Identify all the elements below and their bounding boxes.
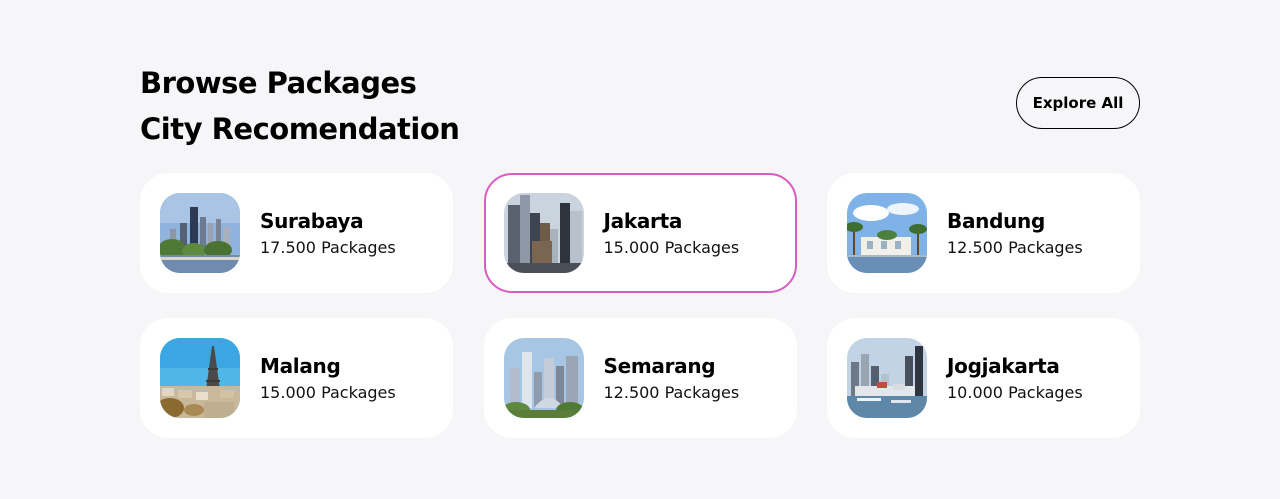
- city-card-surabaya[interactable]: Surabaya 17.500 Packages: [140, 173, 453, 293]
- city-card-jakarta[interactable]: Jakarta 15.000 Packages: [483, 173, 797, 293]
- city-skyline-lake-image: [160, 193, 240, 273]
- city-card-semarang[interactable]: Semarang 12.500 Packages: [483, 318, 797, 438]
- city-recommendation-section: Browse Packages City Recomendation Explo…: [0, 0, 1280, 499]
- explore-all-button[interactable]: Explore All: [1016, 77, 1140, 129]
- city-card-bandung[interactable]: Bandung 12.500 Packages: [827, 173, 1140, 293]
- city-card-malang[interactable]: Malang 15.000 Packages: [140, 318, 453, 438]
- city-name: Semarang: [603, 353, 716, 378]
- city-name: Jogjakarta: [947, 353, 1060, 378]
- city-card-jogjakarta[interactable]: Jogjakarta 10.000 Packages: [827, 318, 1140, 438]
- package-count: 15.000 Packages: [603, 237, 740, 257]
- section-heading: Browse Packages City Recomendation: [140, 60, 460, 152]
- city-grid: Surabaya 17.500 Packages Jakarta 15.000 …: [140, 173, 1140, 438]
- modern-towers-image: [503, 338, 584, 418]
- city-name: Jakarta: [603, 208, 683, 233]
- heading-line-2: City Recomendation: [140, 112, 460, 146]
- city-name: Bandung: [947, 208, 1045, 233]
- package-count: 15.000 Packages: [260, 382, 396, 402]
- eiffel-tower-image: [160, 338, 240, 418]
- heading-line-1: Browse Packages: [140, 66, 417, 100]
- city-skyscrapers-image: [503, 193, 584, 273]
- package-count: 12.500 Packages: [947, 237, 1083, 257]
- harbor-skyline-image: [847, 338, 927, 418]
- city-name: Surabaya: [260, 208, 364, 233]
- package-count: 17.500 Packages: [260, 237, 396, 257]
- package-count: 10.000 Packages: [947, 382, 1083, 402]
- package-count: 12.500 Packages: [603, 382, 740, 402]
- waterfront-palms-image: [847, 193, 927, 273]
- city-name: Malang: [260, 353, 341, 378]
